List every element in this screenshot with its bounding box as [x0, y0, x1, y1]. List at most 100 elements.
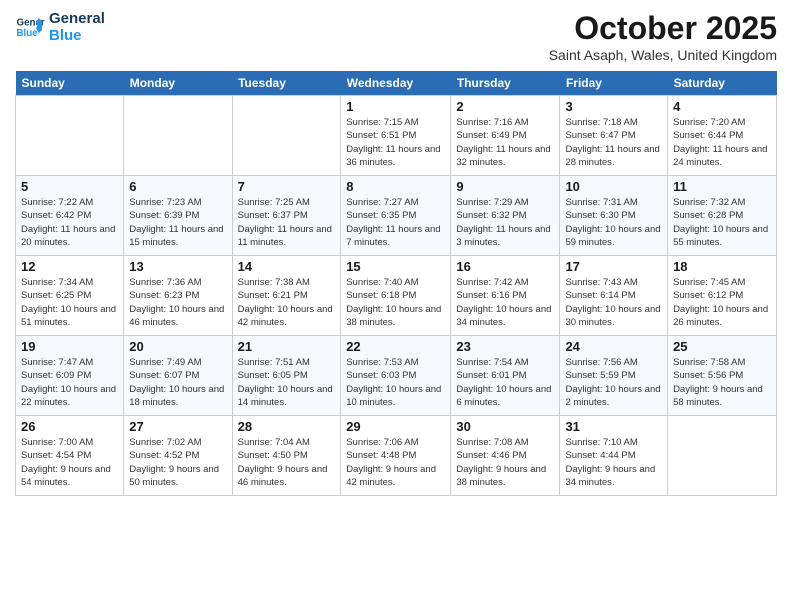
day-number: 13 [129, 259, 226, 274]
day-detail: Sunrise: 7:47 AM Sunset: 6:09 PM Dayligh… [21, 356, 118, 409]
day-number: 14 [238, 259, 336, 274]
day-number: 10 [565, 179, 662, 194]
day-detail: Sunrise: 7:32 AM Sunset: 6:28 PM Dayligh… [673, 196, 771, 249]
calendar-cell: 28Sunrise: 7:04 AM Sunset: 4:50 PM Dayli… [232, 416, 341, 496]
logo: General Blue General Blue [15, 10, 105, 44]
svg-text:Blue: Blue [17, 28, 39, 39]
day-detail: Sunrise: 7:54 AM Sunset: 6:01 PM Dayligh… [456, 356, 554, 409]
calendar-cell [232, 96, 341, 176]
day-detail: Sunrise: 7:38 AM Sunset: 6:21 PM Dayligh… [238, 276, 336, 329]
calendar-cell [124, 96, 232, 176]
day-detail: Sunrise: 7:40 AM Sunset: 6:18 PM Dayligh… [346, 276, 445, 329]
month-title: October 2025 [549, 10, 777, 47]
calendar-cell: 22Sunrise: 7:53 AM Sunset: 6:03 PM Dayli… [341, 336, 451, 416]
day-number: 5 [21, 179, 118, 194]
day-detail: Sunrise: 7:49 AM Sunset: 6:07 PM Dayligh… [129, 356, 226, 409]
calendar-cell: 1 Sunrise: 7:15 AM Sunset: 6:51 PM Daylig… [341, 96, 451, 176]
weekday-header-wednesday: Wednesday [341, 71, 451, 96]
day-detail: Sunrise: 7:27 AM Sunset: 6:35 PM Dayligh… [346, 196, 445, 249]
calendar-body: 1 Sunrise: 7:15 AM Sunset: 6:51 PM Daylig… [16, 96, 777, 496]
day-detail: Sunrise: 7:58 AM Sunset: 5:56 PM Dayligh… [673, 356, 771, 409]
calendar-cell: 15 Sunrise: 7:40 AM Sunset: 6:18 PM Dayli… [341, 256, 451, 336]
day-number: 29 [346, 419, 445, 434]
calendar-week-4: 26 Sunrise: 7:00 AM Sunset: 4:54 PM Dayli… [16, 416, 777, 496]
calendar-cell: 25 Sunrise: 7:58 AM Sunset: 5:56 PM Dayli… [668, 336, 777, 416]
weekday-header-tuesday: Tuesday [232, 71, 341, 96]
day-detail: Sunrise: 7:42 AM Sunset: 6:16 PM Dayligh… [456, 276, 554, 329]
calendar-cell: 29 Sunrise: 7:06 AM Sunset: 4:48 PM Dayli… [341, 416, 451, 496]
day-detail: Sunrise: 7:34 AM Sunset: 6:25 PM Dayligh… [21, 276, 118, 329]
calendar-cell: 20 Sunrise: 7:49 AM Sunset: 6:07 PM Dayli… [124, 336, 232, 416]
calendar-cell: 4Sunrise: 7:20 AM Sunset: 6:44 PM Daylig… [668, 96, 777, 176]
day-number: 16 [456, 259, 554, 274]
calendar-cell: 19Sunrise: 7:47 AM Sunset: 6:09 PM Dayli… [16, 336, 124, 416]
calendar-week-1: 5Sunrise: 7:22 AM Sunset: 6:42 PM Daylig… [16, 176, 777, 256]
day-number: 24 [565, 339, 662, 354]
calendar-week-2: 12 Sunrise: 7:34 AM Sunset: 6:25 PM Dayli… [16, 256, 777, 336]
calendar-cell: 26 Sunrise: 7:00 AM Sunset: 4:54 PM Dayli… [16, 416, 124, 496]
day-number: 15 [346, 259, 445, 274]
day-detail: Sunrise: 7:53 AM Sunset: 6:03 PM Dayligh… [346, 356, 445, 409]
calendar-cell: 27 Sunrise: 7:02 AM Sunset: 4:52 PM Dayli… [124, 416, 232, 496]
day-detail: Sunrise: 7:15 AM Sunset: 6:51 PM Dayligh… [346, 116, 445, 169]
calendar-cell: 6Sunrise: 7:23 AM Sunset: 6:39 PM Daylig… [124, 176, 232, 256]
day-detail: Sunrise: 7:31 AM Sunset: 6:30 PM Dayligh… [565, 196, 662, 249]
calendar-cell: 30Sunrise: 7:08 AM Sunset: 4:46 PM Dayli… [451, 416, 560, 496]
calendar-cell: 7Sunrise: 7:25 AM Sunset: 6:37 PM Daylig… [232, 176, 341, 256]
title-section: October 2025 Saint Asaph, Wales, United … [549, 10, 777, 63]
day-number: 11 [673, 179, 771, 194]
calendar-cell: 8 Sunrise: 7:27 AM Sunset: 6:35 PM Daylig… [341, 176, 451, 256]
day-detail: Sunrise: 7:25 AM Sunset: 6:37 PM Dayligh… [238, 196, 336, 249]
day-detail: Sunrise: 7:10 AM Sunset: 4:44 PM Dayligh… [565, 436, 662, 489]
day-detail: Sunrise: 7:51 AM Sunset: 6:05 PM Dayligh… [238, 356, 336, 409]
day-detail: Sunrise: 7:23 AM Sunset: 6:39 PM Dayligh… [129, 196, 226, 249]
day-detail: Sunrise: 7:06 AM Sunset: 4:48 PM Dayligh… [346, 436, 445, 489]
calendar-cell: 10 Sunrise: 7:31 AM Sunset: 6:30 PM Dayli… [560, 176, 668, 256]
day-number: 9 [456, 179, 554, 194]
day-number: 3 [565, 99, 662, 114]
day-detail: Sunrise: 7:16 AM Sunset: 6:49 PM Dayligh… [456, 116, 554, 169]
weekday-header-friday: Friday [560, 71, 668, 96]
calendar-week-0: 1 Sunrise: 7:15 AM Sunset: 6:51 PM Daylig… [16, 96, 777, 176]
day-number: 20 [129, 339, 226, 354]
calendar-cell: 2 Sunrise: 7:16 AM Sunset: 6:49 PM Daylig… [451, 96, 560, 176]
calendar-cell: 11 Sunrise: 7:32 AM Sunset: 6:28 PM Dayli… [668, 176, 777, 256]
calendar-cell: 17 Sunrise: 7:43 AM Sunset: 6:14 PM Dayli… [560, 256, 668, 336]
day-number: 8 [346, 179, 445, 194]
day-number: 30 [456, 419, 554, 434]
calendar-cell: 23 Sunrise: 7:54 AM Sunset: 6:01 PM Dayli… [451, 336, 560, 416]
day-number: 2 [456, 99, 554, 114]
day-number: 26 [21, 419, 118, 434]
calendar-header-row: SundayMondayTuesdayWednesdayThursdayFrid… [16, 71, 777, 96]
day-detail: Sunrise: 7:00 AM Sunset: 4:54 PM Dayligh… [21, 436, 118, 489]
day-number: 12 [21, 259, 118, 274]
day-number: 25 [673, 339, 771, 354]
calendar-cell: 16 Sunrise: 7:42 AM Sunset: 6:16 PM Dayli… [451, 256, 560, 336]
day-detail: Sunrise: 7:43 AM Sunset: 6:14 PM Dayligh… [565, 276, 662, 329]
calendar-table: SundayMondayTuesdayWednesdayThursdayFrid… [15, 71, 777, 496]
calendar-cell: 24Sunrise: 7:56 AM Sunset: 5:59 PM Dayli… [560, 336, 668, 416]
day-detail: Sunrise: 7:04 AM Sunset: 4:50 PM Dayligh… [238, 436, 336, 489]
calendar-cell: 5Sunrise: 7:22 AM Sunset: 6:42 PM Daylig… [16, 176, 124, 256]
logo-text-general: General [49, 10, 105, 27]
day-number: 1 [346, 99, 445, 114]
calendar-cell: 12 Sunrise: 7:34 AM Sunset: 6:25 PM Dayli… [16, 256, 124, 336]
weekday-header-thursday: Thursday [451, 71, 560, 96]
day-number: 17 [565, 259, 662, 274]
calendar-cell: 18Sunrise: 7:45 AM Sunset: 6:12 PM Dayli… [668, 256, 777, 336]
day-number: 31 [565, 419, 662, 434]
day-number: 23 [456, 339, 554, 354]
logo-icon: General Blue [15, 12, 45, 42]
day-detail: Sunrise: 7:18 AM Sunset: 6:47 PM Dayligh… [565, 116, 662, 169]
calendar-cell: 31 Sunrise: 7:10 AM Sunset: 4:44 PM Dayli… [560, 416, 668, 496]
day-detail: Sunrise: 7:36 AM Sunset: 6:23 PM Dayligh… [129, 276, 226, 329]
calendar-cell [668, 416, 777, 496]
weekday-header-sunday: Sunday [16, 71, 124, 96]
calendar-cell: 3 Sunrise: 7:18 AM Sunset: 6:47 PM Daylig… [560, 96, 668, 176]
day-detail: Sunrise: 7:45 AM Sunset: 6:12 PM Dayligh… [673, 276, 771, 329]
weekday-header-monday: Monday [124, 71, 232, 96]
day-number: 27 [129, 419, 226, 434]
day-detail: Sunrise: 7:02 AM Sunset: 4:52 PM Dayligh… [129, 436, 226, 489]
calendar-cell: 14 Sunrise: 7:38 AM Sunset: 6:21 PM Dayli… [232, 256, 341, 336]
calendar-cell: 13 Sunrise: 7:36 AM Sunset: 6:23 PM Dayli… [124, 256, 232, 336]
